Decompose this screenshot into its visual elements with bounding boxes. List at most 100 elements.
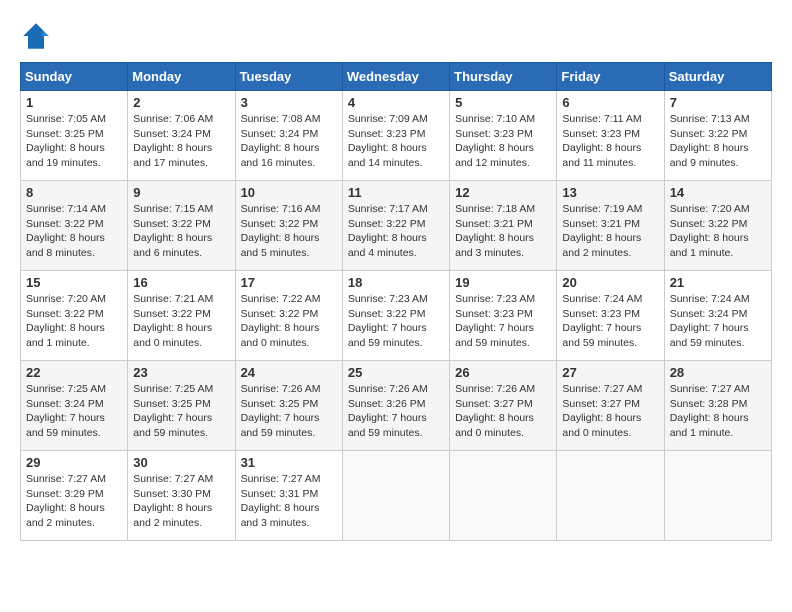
page-header (20, 20, 772, 52)
day-number: 5 (455, 95, 551, 110)
day-cell-26: 26 Sunrise: 7:26 AMSunset: 3:27 PMDaylig… (450, 361, 557, 451)
day-detail: Sunrise: 7:27 AMSunset: 3:28 PMDaylight:… (670, 383, 750, 439)
day-detail: Sunrise: 7:27 AMSunset: 3:30 PMDaylight:… (133, 473, 213, 529)
day-number: 30 (133, 455, 229, 470)
day-cell-10: 10 Sunrise: 7:16 AMSunset: 3:22 PMDaylig… (235, 181, 342, 271)
calendar-week-1: 1 Sunrise: 7:05 AMSunset: 3:25 PMDayligh… (21, 91, 772, 181)
day-number: 4 (348, 95, 444, 110)
day-number: 1 (26, 95, 122, 110)
header-thursday: Thursday (450, 63, 557, 91)
day-cell-5: 5 Sunrise: 7:10 AMSunset: 3:23 PMDayligh… (450, 91, 557, 181)
day-detail: Sunrise: 7:25 AMSunset: 3:25 PMDaylight:… (133, 383, 213, 439)
day-cell-7: 7 Sunrise: 7:13 AMSunset: 3:22 PMDayligh… (664, 91, 771, 181)
day-detail: Sunrise: 7:20 AMSunset: 3:22 PMDaylight:… (26, 293, 106, 349)
day-detail: Sunrise: 7:26 AMSunset: 3:25 PMDaylight:… (241, 383, 321, 439)
day-number: 25 (348, 365, 444, 380)
day-cell-24: 24 Sunrise: 7:26 AMSunset: 3:25 PMDaylig… (235, 361, 342, 451)
day-cell-4: 4 Sunrise: 7:09 AMSunset: 3:23 PMDayligh… (342, 91, 449, 181)
header-wednesday: Wednesday (342, 63, 449, 91)
day-cell-3: 3 Sunrise: 7:08 AMSunset: 3:24 PMDayligh… (235, 91, 342, 181)
day-cell-15: 15 Sunrise: 7:20 AMSunset: 3:22 PMDaylig… (21, 271, 128, 361)
day-detail: Sunrise: 7:24 AMSunset: 3:23 PMDaylight:… (562, 293, 642, 349)
day-cell-6: 6 Sunrise: 7:11 AMSunset: 3:23 PMDayligh… (557, 91, 664, 181)
day-cell-16: 16 Sunrise: 7:21 AMSunset: 3:22 PMDaylig… (128, 271, 235, 361)
day-number: 7 (670, 95, 766, 110)
day-cell-9: 9 Sunrise: 7:15 AMSunset: 3:22 PMDayligh… (128, 181, 235, 271)
day-detail: Sunrise: 7:24 AMSunset: 3:24 PMDaylight:… (670, 293, 750, 349)
day-cell-11: 11 Sunrise: 7:17 AMSunset: 3:22 PMDaylig… (342, 181, 449, 271)
day-cell-14: 14 Sunrise: 7:20 AMSunset: 3:22 PMDaylig… (664, 181, 771, 271)
calendar-week-2: 8 Sunrise: 7:14 AMSunset: 3:22 PMDayligh… (21, 181, 772, 271)
day-number: 26 (455, 365, 551, 380)
header-saturday: Saturday (664, 63, 771, 91)
day-cell-23: 23 Sunrise: 7:25 AMSunset: 3:25 PMDaylig… (128, 361, 235, 451)
day-detail: Sunrise: 7:26 AMSunset: 3:27 PMDaylight:… (455, 383, 535, 439)
day-number: 15 (26, 275, 122, 290)
day-number: 14 (670, 185, 766, 200)
day-cell-30: 30 Sunrise: 7:27 AMSunset: 3:30 PMDaylig… (128, 451, 235, 541)
day-detail: Sunrise: 7:23 AMSunset: 3:22 PMDaylight:… (348, 293, 428, 349)
day-detail: Sunrise: 7:17 AMSunset: 3:22 PMDaylight:… (348, 203, 428, 259)
logo (20, 20, 56, 52)
day-detail: Sunrise: 7:10 AMSunset: 3:23 PMDaylight:… (455, 113, 535, 169)
day-number: 2 (133, 95, 229, 110)
day-number: 22 (26, 365, 122, 380)
day-detail: Sunrise: 7:19 AMSunset: 3:21 PMDaylight:… (562, 203, 642, 259)
day-number: 17 (241, 275, 337, 290)
day-detail: Sunrise: 7:21 AMSunset: 3:22 PMDaylight:… (133, 293, 213, 349)
day-detail: Sunrise: 7:11 AMSunset: 3:23 PMDaylight:… (562, 113, 641, 169)
day-number: 16 (133, 275, 229, 290)
day-cell-20: 20 Sunrise: 7:24 AMSunset: 3:23 PMDaylig… (557, 271, 664, 361)
day-number: 9 (133, 185, 229, 200)
calendar-week-4: 22 Sunrise: 7:25 AMSunset: 3:24 PMDaylig… (21, 361, 772, 451)
day-cell-13: 13 Sunrise: 7:19 AMSunset: 3:21 PMDaylig… (557, 181, 664, 271)
day-detail: Sunrise: 7:27 AMSunset: 3:29 PMDaylight:… (26, 473, 106, 529)
day-number: 13 (562, 185, 658, 200)
day-number: 6 (562, 95, 658, 110)
day-detail: Sunrise: 7:26 AMSunset: 3:26 PMDaylight:… (348, 383, 428, 439)
empty-cell (664, 451, 771, 541)
day-number: 18 (348, 275, 444, 290)
day-number: 23 (133, 365, 229, 380)
day-detail: Sunrise: 7:14 AMSunset: 3:22 PMDaylight:… (26, 203, 106, 259)
day-number: 3 (241, 95, 337, 110)
day-cell-18: 18 Sunrise: 7:23 AMSunset: 3:22 PMDaylig… (342, 271, 449, 361)
empty-cell (450, 451, 557, 541)
header-monday: Monday (128, 63, 235, 91)
day-cell-12: 12 Sunrise: 7:18 AMSunset: 3:21 PMDaylig… (450, 181, 557, 271)
day-number: 8 (26, 185, 122, 200)
empty-cell (557, 451, 664, 541)
day-number: 24 (241, 365, 337, 380)
day-number: 10 (241, 185, 337, 200)
day-detail: Sunrise: 7:25 AMSunset: 3:24 PMDaylight:… (26, 383, 106, 439)
day-cell-27: 27 Sunrise: 7:27 AMSunset: 3:27 PMDaylig… (557, 361, 664, 451)
day-cell-2: 2 Sunrise: 7:06 AMSunset: 3:24 PMDayligh… (128, 91, 235, 181)
day-cell-25: 25 Sunrise: 7:26 AMSunset: 3:26 PMDaylig… (342, 361, 449, 451)
day-cell-31: 31 Sunrise: 7:27 AMSunset: 3:31 PMDaylig… (235, 451, 342, 541)
day-number: 20 (562, 275, 658, 290)
calendar-week-3: 15 Sunrise: 7:20 AMSunset: 3:22 PMDaylig… (21, 271, 772, 361)
day-detail: Sunrise: 7:16 AMSunset: 3:22 PMDaylight:… (241, 203, 321, 259)
header-friday: Friday (557, 63, 664, 91)
calendar-week-5: 29 Sunrise: 7:27 AMSunset: 3:29 PMDaylig… (21, 451, 772, 541)
day-detail: Sunrise: 7:20 AMSunset: 3:22 PMDaylight:… (670, 203, 750, 259)
day-number: 28 (670, 365, 766, 380)
day-detail: Sunrise: 7:27 AMSunset: 3:31 PMDaylight:… (241, 473, 321, 529)
empty-cell (342, 451, 449, 541)
day-detail: Sunrise: 7:22 AMSunset: 3:22 PMDaylight:… (241, 293, 321, 349)
day-detail: Sunrise: 7:08 AMSunset: 3:24 PMDaylight:… (241, 113, 321, 169)
day-detail: Sunrise: 7:09 AMSunset: 3:23 PMDaylight:… (348, 113, 428, 169)
day-detail: Sunrise: 7:06 AMSunset: 3:24 PMDaylight:… (133, 113, 213, 169)
day-number: 27 (562, 365, 658, 380)
day-cell-22: 22 Sunrise: 7:25 AMSunset: 3:24 PMDaylig… (21, 361, 128, 451)
day-number: 31 (241, 455, 337, 470)
day-detail: Sunrise: 7:18 AMSunset: 3:21 PMDaylight:… (455, 203, 535, 259)
day-number: 21 (670, 275, 766, 290)
day-cell-21: 21 Sunrise: 7:24 AMSunset: 3:24 PMDaylig… (664, 271, 771, 361)
day-detail: Sunrise: 7:13 AMSunset: 3:22 PMDaylight:… (670, 113, 750, 169)
day-number: 12 (455, 185, 551, 200)
header-sunday: Sunday (21, 63, 128, 91)
day-detail: Sunrise: 7:05 AMSunset: 3:25 PMDaylight:… (26, 113, 106, 169)
day-detail: Sunrise: 7:27 AMSunset: 3:27 PMDaylight:… (562, 383, 642, 439)
day-cell-17: 17 Sunrise: 7:22 AMSunset: 3:22 PMDaylig… (235, 271, 342, 361)
